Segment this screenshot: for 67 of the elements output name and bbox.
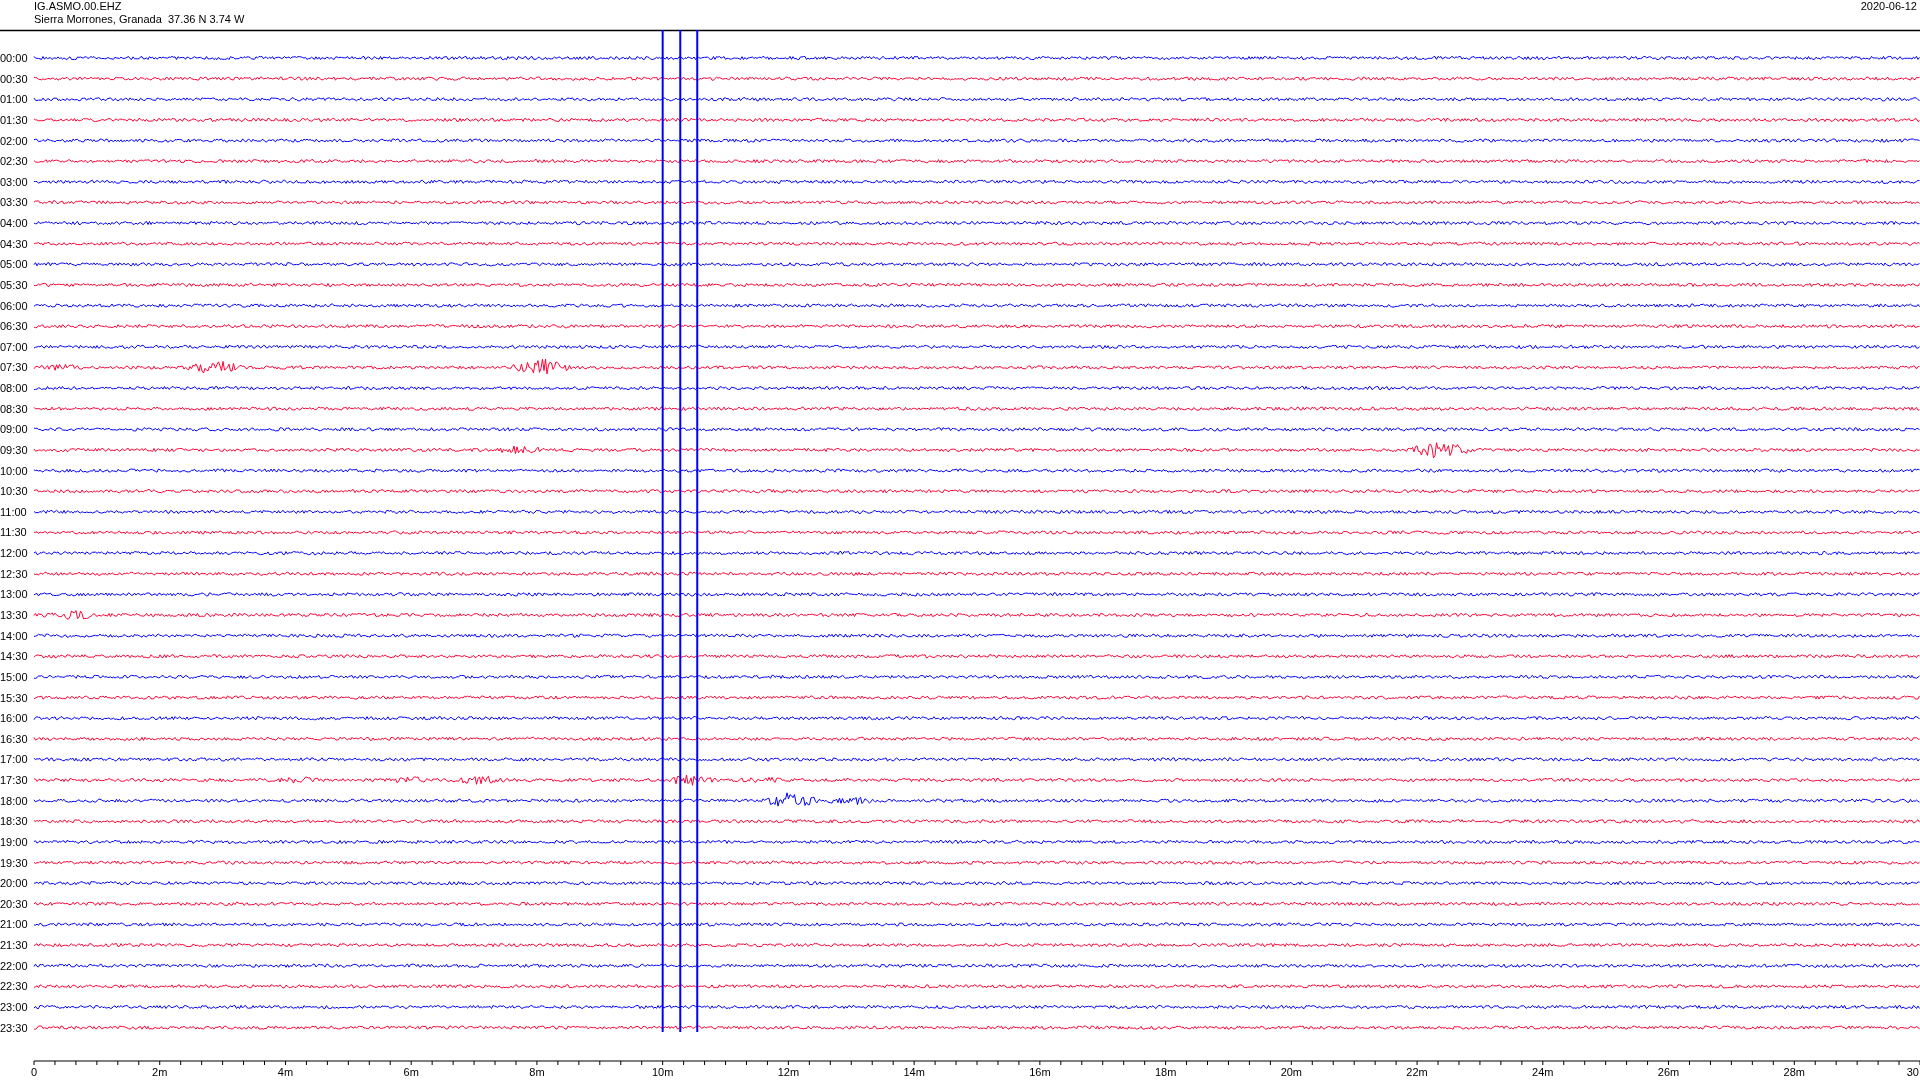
station-location: Sierra Morrones, Granada 37.36 N 3.74 W [34, 13, 245, 25]
time-label: 23:30 [0, 1021, 28, 1034]
time-label: 11:00 [0, 505, 27, 518]
axis-tick-label: 26m [1657, 1066, 1680, 1078]
time-label: 19:30 [0, 856, 28, 869]
axis-tick-label: 28m [1783, 1066, 1805, 1078]
axis-tick-label: 18m [1154, 1066, 1177, 1078]
axis-tick-label: 2m [152, 1066, 168, 1078]
axis-tick-label: 30 [1906, 1066, 1919, 1078]
axis-tick-label: 12m [777, 1066, 800, 1078]
time-label: 04:30 [0, 237, 28, 250]
axis-tick-label: 16m [1029, 1066, 1051, 1078]
time-label: 05:30 [0, 278, 28, 291]
time-label: 02:00 [0, 134, 28, 147]
axis-tick-label: 20m [1280, 1066, 1303, 1078]
time-label: 21:30 [0, 939, 28, 952]
time-label: 21:00 [0, 918, 28, 931]
time-label: 07:30 [0, 361, 28, 374]
axis-tick-label: 6m [403, 1066, 419, 1078]
time-label: 02:30 [0, 155, 28, 168]
time-label: 05:00 [0, 258, 28, 271]
time-label: 09:30 [0, 443, 28, 456]
time-label: 00:00 [0, 52, 28, 64]
axis-tick-label: 10m [651, 1066, 674, 1078]
time-label: 01:30 [0, 113, 28, 126]
time-label: 23:00 [0, 1001, 28, 1013]
time-label: 20:30 [0, 897, 28, 910]
time-label: 06:30 [0, 320, 28, 333]
time-label: 08:00 [0, 382, 28, 395]
time-label: 17:00 [0, 753, 28, 766]
time-label: 14:30 [0, 650, 28, 663]
time-label: 16:00 [0, 712, 28, 725]
time-label: 17:30 [0, 774, 28, 787]
time-label: 19:00 [0, 835, 28, 848]
time-label: 22:30 [0, 980, 28, 993]
time-label: 00:30 [0, 72, 28, 85]
time-label: 13:30 [0, 609, 28, 621]
time-label: 15:30 [0, 691, 28, 704]
time-label: 07:00 [0, 340, 28, 353]
time-label: 10:00 [0, 464, 28, 477]
station-code: IG.ASMO.00.EHZ [34, 0, 122, 12]
time-label: 18:30 [0, 815, 28, 828]
time-label: 06:00 [0, 299, 28, 312]
time-label: 01:00 [0, 93, 28, 106]
time-label: 16:30 [0, 732, 28, 745]
time-label: 13:00 [0, 588, 28, 601]
time-label: 14:00 [0, 629, 28, 642]
time-label: 09:00 [0, 423, 28, 436]
time-label: 03:00 [0, 175, 28, 188]
axis-tick-label: 8m [529, 1066, 545, 1078]
axis-tick-label: 14m [903, 1066, 925, 1078]
axis-tick-label: 0 [30, 1066, 38, 1078]
date-label: 2020-06-12 [1860, 0, 1917, 12]
time-label: 18:00 [0, 794, 28, 807]
time-label: 11:30 [0, 526, 27, 539]
time-label: 08:30 [0, 402, 28, 415]
time-label: 10:30 [0, 485, 28, 498]
time-label: 20:00 [0, 877, 28, 890]
time-label: 04:00 [0, 217, 28, 230]
axis-tick-label: 4m [277, 1066, 294, 1078]
axis-tick-label: 24m [1532, 1066, 1554, 1078]
time-label: 22:00 [0, 959, 28, 972]
time-label: 15:00 [0, 670, 28, 683]
axis-tick-label: 22m [1406, 1066, 1428, 1078]
time-label: 12:00 [0, 547, 28, 560]
time-label: 03:30 [0, 196, 28, 209]
time-label: 12:30 [0, 567, 28, 580]
